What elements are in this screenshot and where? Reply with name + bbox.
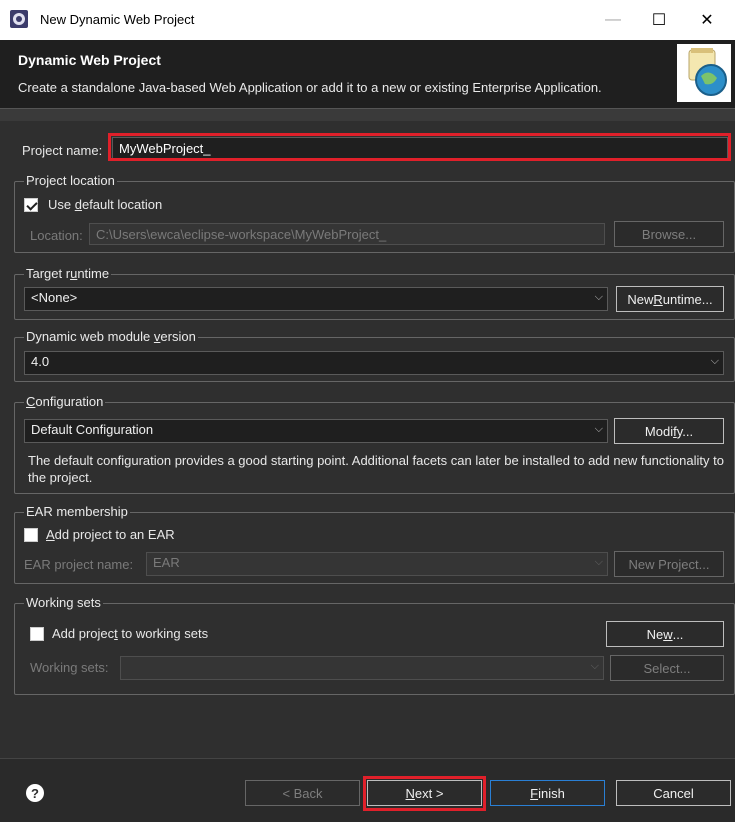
add-to-working-sets-label[interactable]: Add project to working sets xyxy=(52,626,208,641)
ear-project-name-label: EAR project name: xyxy=(24,557,134,572)
minimize-button[interactable]: — xyxy=(590,6,636,34)
target-runtime-value: <None> xyxy=(31,290,78,305)
new-working-set-button[interactable]: Ne w... xyxy=(606,621,724,647)
maximize-button[interactable]: ☐ xyxy=(636,6,682,34)
chevron-down-icon: ⌵ xyxy=(710,355,719,367)
window-title: New Dynamic Web Project xyxy=(40,12,195,27)
banner-separator xyxy=(0,108,735,121)
new-runtime-button[interactable]: New Runtime... xyxy=(616,286,724,312)
chevron-down-icon: ⌵ xyxy=(594,556,603,568)
working-sets-label: Working sets: xyxy=(30,660,109,675)
project-name-label: Project name: xyxy=(22,143,103,158)
ear-project-value: EAR xyxy=(153,555,180,570)
browse-button[interactable]: Browse... xyxy=(614,221,724,247)
chevron-down-icon: ⌵ xyxy=(594,291,603,303)
target-runtime-group-label: Target runtime xyxy=(24,266,112,281)
location-input[interactable] xyxy=(89,223,605,245)
configuration-select[interactable]: Default Configuration ⌵ xyxy=(24,419,608,443)
working-sets-group-label: Working sets xyxy=(24,595,103,610)
project-location-group-label: Project location xyxy=(24,173,117,188)
module-version-value: 4.0 xyxy=(31,354,50,369)
chevron-down-icon: ⌵ xyxy=(590,660,599,672)
use-default-location-checkbox[interactable] xyxy=(24,198,38,212)
add-to-ear-label[interactable]: Add project to an EAR xyxy=(46,527,175,542)
back-button[interactable]: < Back xyxy=(245,780,360,806)
configuration-group-label: Configuration xyxy=(24,394,106,409)
configuration-description: The default configuration provides a goo… xyxy=(28,453,724,485)
wizard-description: Create a standalone Java-based Web Appli… xyxy=(18,80,602,95)
select-working-sets-button[interactable]: Select... xyxy=(610,655,724,681)
target-runtime-select[interactable]: <None> ⌵ xyxy=(24,287,608,311)
working-sets-group xyxy=(14,603,735,695)
help-icon[interactable]: ? xyxy=(26,784,44,802)
web-project-icon xyxy=(677,44,731,102)
working-sets-select[interactable]: ⌵ xyxy=(120,656,604,680)
project-name-input[interactable] xyxy=(112,137,728,159)
module-version-group-label: Dynamic web module version xyxy=(24,329,198,344)
location-label: Location: xyxy=(30,228,83,243)
title-bar: New Dynamic Web Project — ☐ ✕ xyxy=(0,0,735,40)
ear-membership-group-label: EAR membership xyxy=(24,504,130,519)
new-project-button[interactable]: New Project... xyxy=(614,551,724,577)
use-default-location-label[interactable]: Use default location xyxy=(48,197,162,212)
ear-project-select[interactable]: EAR ⌵ xyxy=(146,552,608,576)
add-to-ear-checkbox[interactable] xyxy=(24,528,38,542)
close-button[interactable]: ✕ xyxy=(684,6,730,34)
configuration-value: Default Configuration xyxy=(31,422,154,437)
module-version-select[interactable]: 4.0 ⌵ xyxy=(24,351,724,375)
finish-button[interactable]: Finish xyxy=(490,780,605,806)
wizard-banner: Dynamic Web Project Create a standalone … xyxy=(0,40,735,108)
wizard-heading: Dynamic Web Project xyxy=(18,52,161,68)
next-button[interactable]: Next > xyxy=(367,780,482,806)
chevron-down-icon: ⌵ xyxy=(594,423,603,435)
eclipse-app-icon xyxy=(10,10,28,28)
add-to-working-sets-checkbox[interactable] xyxy=(30,627,44,641)
modify-button[interactable]: Modi f y... xyxy=(614,418,724,444)
cancel-button[interactable]: Cancel xyxy=(616,780,731,806)
